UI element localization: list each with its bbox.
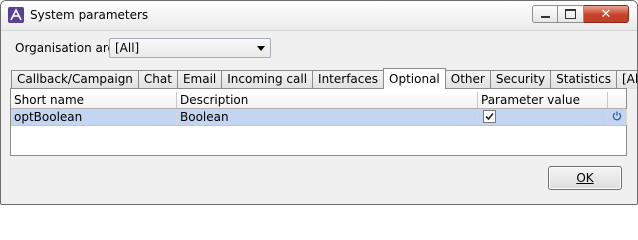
tab-optional[interactable]: Optional [383,68,446,89]
parameter-value-checkbox[interactable] [483,110,496,123]
parameters-grid: Short name Description Parameter value o… [10,88,627,156]
close-icon: ✕ [600,6,612,22]
cell-short-name[interactable]: optBoolean [11,109,177,125]
tab-all[interactable]: [All] [615,70,637,89]
column-header-action [608,92,627,108]
window-title: System parameters [30,8,149,22]
maximize-button[interactable] [558,5,584,23]
tab-incoming-call[interactable]: Incoming call [221,70,314,89]
title-bar[interactable]: System parameters ✕ [1,1,637,31]
tab-security[interactable]: Security [489,70,552,89]
tab-statistics[interactable]: Statistics [550,70,617,89]
tab-other[interactable]: Other [444,70,491,89]
system-parameters-window: System parameters ✕ Organisation area [A… [0,0,638,205]
close-button[interactable]: ✕ [584,5,629,23]
column-header-short-name[interactable]: Short name [11,92,177,108]
organisation-area-label: Organisation area [15,41,123,55]
column-header-parameter-value[interactable]: Parameter value [478,92,608,108]
table-row[interactable]: optBoolean Boolean [11,109,627,126]
tab-bar: Callback/Campaign Chat Email Incoming ca… [11,68,637,89]
ok-button[interactable]: OK [548,166,622,190]
tab-chat[interactable]: Chat [137,70,178,89]
tab-callback-campaign[interactable]: Callback/Campaign [11,70,139,89]
cell-action[interactable] [608,109,627,125]
organisation-area-select[interactable]: [All] [109,38,271,58]
power-icon[interactable] [612,111,622,121]
chevron-down-icon [257,46,265,51]
grid-header: Short name Description Parameter value [11,92,626,109]
tab-email[interactable]: Email [176,70,223,89]
app-icon [8,7,24,23]
cell-description[interactable]: Boolean [177,109,478,125]
maximize-icon [565,9,576,19]
minimize-button[interactable] [532,5,558,23]
minimize-icon [540,16,550,18]
column-header-description[interactable]: Description [177,92,478,108]
cell-parameter-value[interactable] [478,109,608,125]
tab-interfaces[interactable]: Interfaces [312,70,385,89]
ok-button-label: OK [576,171,594,185]
organisation-area-value: [All] [115,41,140,55]
